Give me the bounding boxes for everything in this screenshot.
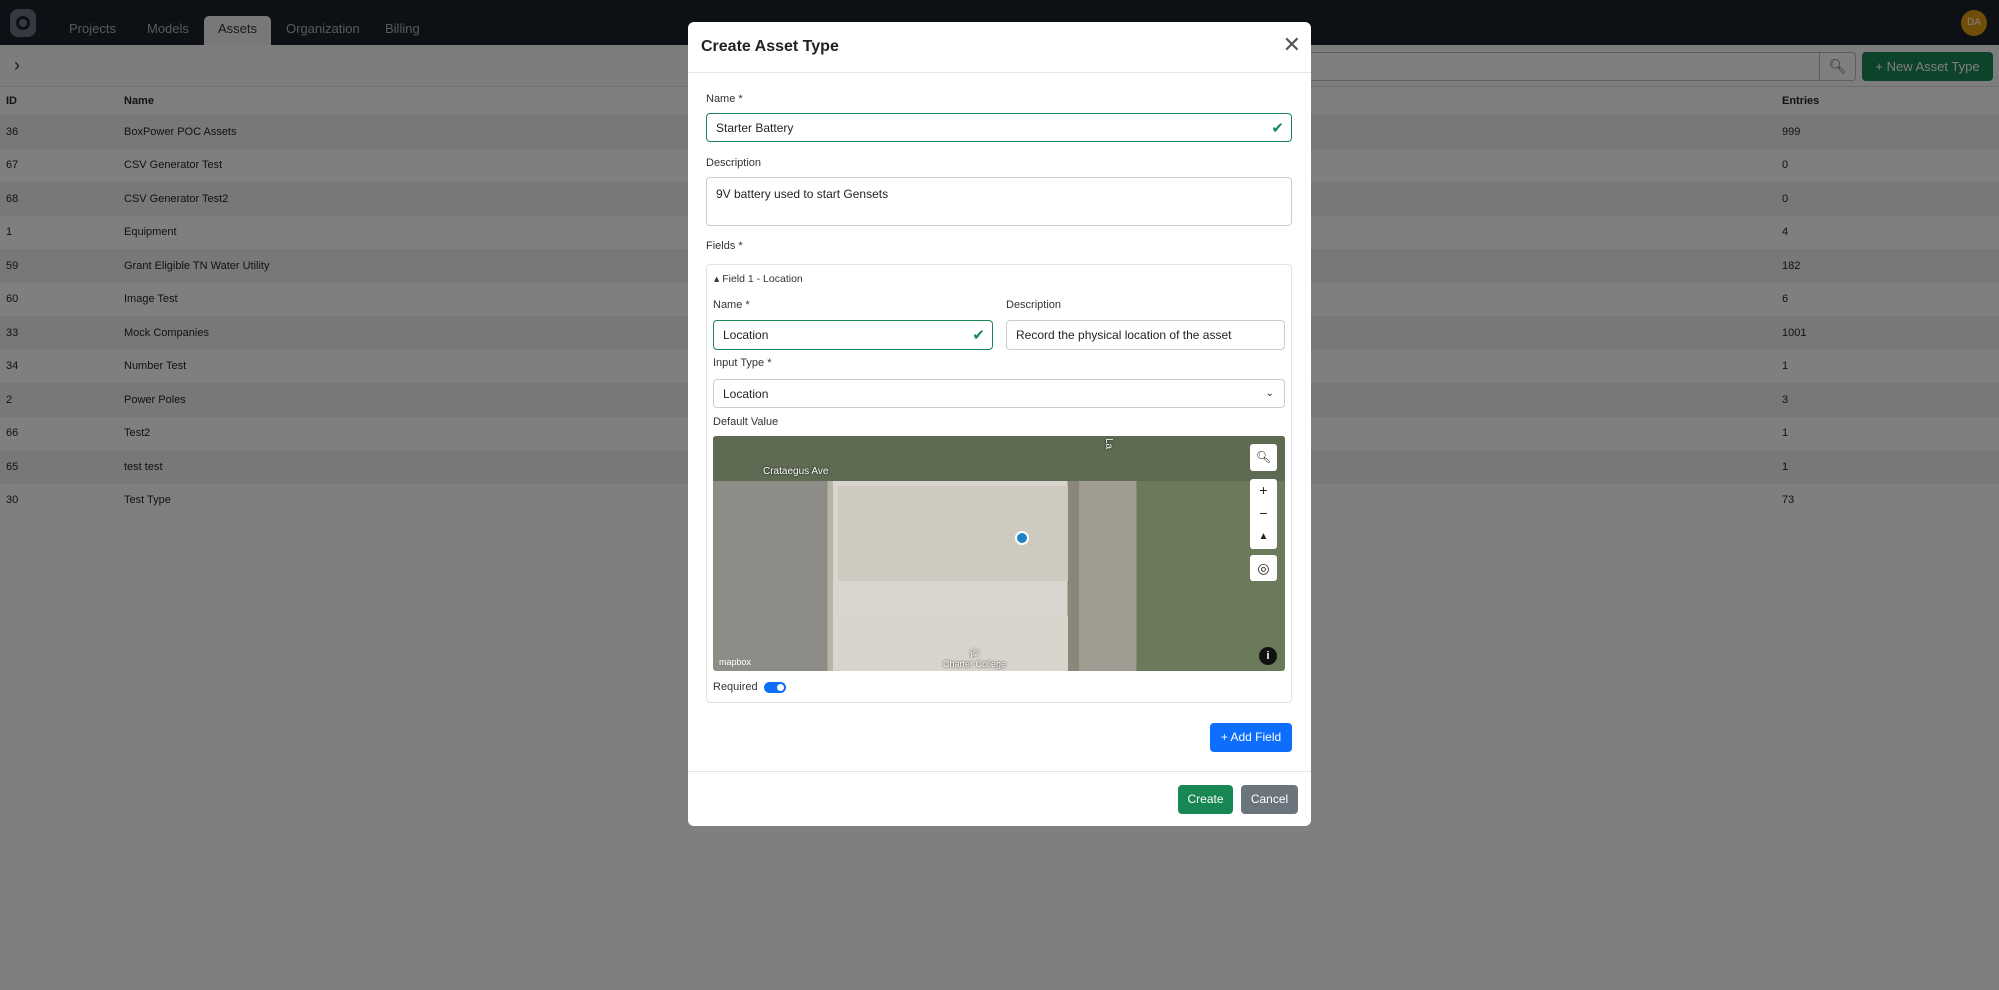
field-header-label: Field 1 - Location	[722, 273, 803, 285]
geolocate-icon[interactable]: ◎	[1250, 555, 1277, 581]
caret-up-icon: ▴	[714, 273, 723, 285]
zoom-in-icon[interactable]: +	[1250, 479, 1277, 502]
map-street-label: Crataegus Ave	[763, 466, 829, 477]
field-description-input[interactable]: Record the physical location of the asse…	[1006, 320, 1285, 350]
name-input[interactable]: Starter Battery ✔	[706, 113, 1292, 142]
input-type-select[interactable]: Location ⌄	[713, 379, 1285, 408]
poi-name: Charter College	[943, 659, 1007, 669]
create-asset-type-modal: Create Asset Type ✕ Name * Starter Batter…	[688, 22, 1311, 826]
description-label: Description	[706, 157, 762, 169]
location-map[interactable]: Crataegus Ave La 🎓︎ Charter College mapbo…	[713, 436, 1285, 671]
zoom-out-icon[interactable]: −	[1250, 502, 1277, 525]
graduation-cap-icon: 🎓︎	[968, 648, 981, 658]
input-type-label: Input Type *	[713, 357, 772, 369]
map-building	[838, 486, 1068, 581]
field-name-value: Location	[723, 328, 769, 342]
description-textarea[interactable]: 9V battery used to start Gensets	[706, 177, 1292, 226]
name-label: Name *	[706, 93, 743, 105]
required-toggle[interactable]	[764, 682, 786, 693]
check-icon: ✔	[1271, 119, 1284, 137]
add-field-button[interactable]: + Add Field	[1210, 723, 1292, 752]
field-name-label: Name *	[713, 299, 750, 311]
modal-title: Create Asset Type	[701, 38, 839, 55]
fields-label: Fields *	[706, 240, 743, 252]
map-poi-label: 🎓︎ Charter College	[943, 648, 1006, 669]
field-description-value: Record the physical location of the asse…	[1016, 328, 1232, 342]
map-search-icon[interactable]: 🔍︎	[1250, 444, 1277, 471]
footer-divider	[688, 771, 1311, 772]
required-label: Required	[713, 681, 758, 693]
check-icon: ✔	[972, 327, 985, 344]
cancel-button[interactable]: Cancel	[1241, 785, 1298, 814]
field-description-label: Description	[1006, 299, 1062, 311]
info-icon[interactable]: i	[1259, 647, 1277, 665]
input-type-value: Location	[723, 386, 769, 401]
chevron-down-icon: ⌄	[1265, 388, 1274, 399]
map-street-label: La	[1103, 437, 1115, 450]
close-icon[interactable]: ✕	[1283, 34, 1301, 56]
field-header[interactable]: ▴ Field 1 - Location	[714, 273, 803, 285]
location-marker[interactable]	[1015, 531, 1029, 545]
create-button[interactable]: Create	[1178, 785, 1233, 814]
field-name-input[interactable]: Location ✔	[713, 320, 993, 350]
compass-icon[interactable]: ▲	[1250, 525, 1277, 548]
map-zoom-controls: + − ▲	[1250, 479, 1277, 549]
name-value: Starter Battery	[716, 120, 794, 135]
mapbox-logo: mapbox	[719, 657, 752, 667]
default-value-label: Default Value	[713, 416, 779, 428]
description-value: 9V battery used to start Gensets	[716, 187, 889, 201]
